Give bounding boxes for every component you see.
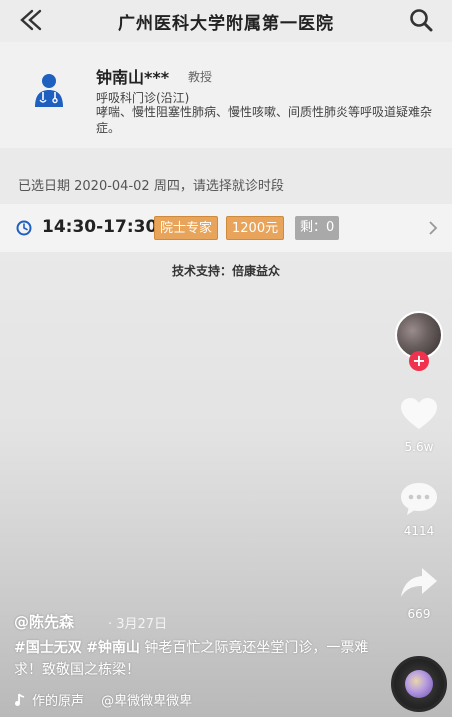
like-count: 5.6w: [404, 440, 434, 454]
share-count: 669: [407, 607, 431, 621]
slot-time: 14:30-17:30: [42, 217, 158, 237]
comment-icon[interactable]: [399, 481, 439, 517]
music-note-icon: [15, 693, 25, 706]
doctor-expertise: 哮喘、慢性阻塞性肺病、慢性咳嗽、间质性肺炎等呼吸道疑难杂症。: [96, 105, 433, 135]
share-icon[interactable]: [399, 565, 439, 601]
music-row[interactable]: 作的原声 @卑微微卑微卑: [14, 690, 394, 709]
search-icon[interactable]: [408, 7, 434, 33]
music-title: 作的原声 @卑微微卑微卑: [32, 694, 193, 709]
tech-support-text: 技术支持：倍康益众: [171, 264, 280, 278]
post-caption: #国士无双 #钟南山 钟老百忙之际竟还坐堂门诊，一票难求！致敬国之栋梁！: [14, 637, 384, 681]
doctor-avatar-icon: [35, 74, 63, 107]
clock-icon: [16, 220, 32, 236]
chevron-right-icon: [429, 221, 438, 235]
doctor-name: 钟南山***: [96, 68, 170, 87]
comment-count: 4114: [403, 524, 435, 538]
heart-icon[interactable]: [399, 396, 439, 432]
time-slot-row[interactable]: 14:30-17:30 院士专家 1200元 剩：0: [0, 204, 452, 252]
hashtag-link[interactable]: #国士无双: [14, 640, 82, 656]
post-date: · 3月27日: [108, 617, 168, 632]
hashtag-link[interactable]: #钟南山: [86, 640, 140, 656]
post-author[interactable]: @陈先森: [14, 611, 74, 632]
page-title: 广州医科大学附属第一医院: [118, 14, 334, 34]
slot-type-badge: 院士专家: [154, 216, 219, 240]
doctor-card: 钟南山*** 教授 呼吸科门诊(沿江) 哮喘、慢性阻塞性肺病、慢性咳嗽、间质性肺…: [0, 42, 452, 148]
slot-price-badge: 1200元: [226, 216, 285, 240]
doctor-title: 教授: [188, 70, 213, 84]
slot-remaining-badge: 剩：0: [295, 216, 340, 240]
follow-button[interactable]: +: [409, 351, 429, 371]
music-disc-cover: [405, 670, 433, 698]
app-header: 广州医科大学附属第一医院: [0, 0, 452, 42]
selected-date-text: 已选日期 2020-04-02 周四，请选择就诊时段: [18, 179, 284, 194]
